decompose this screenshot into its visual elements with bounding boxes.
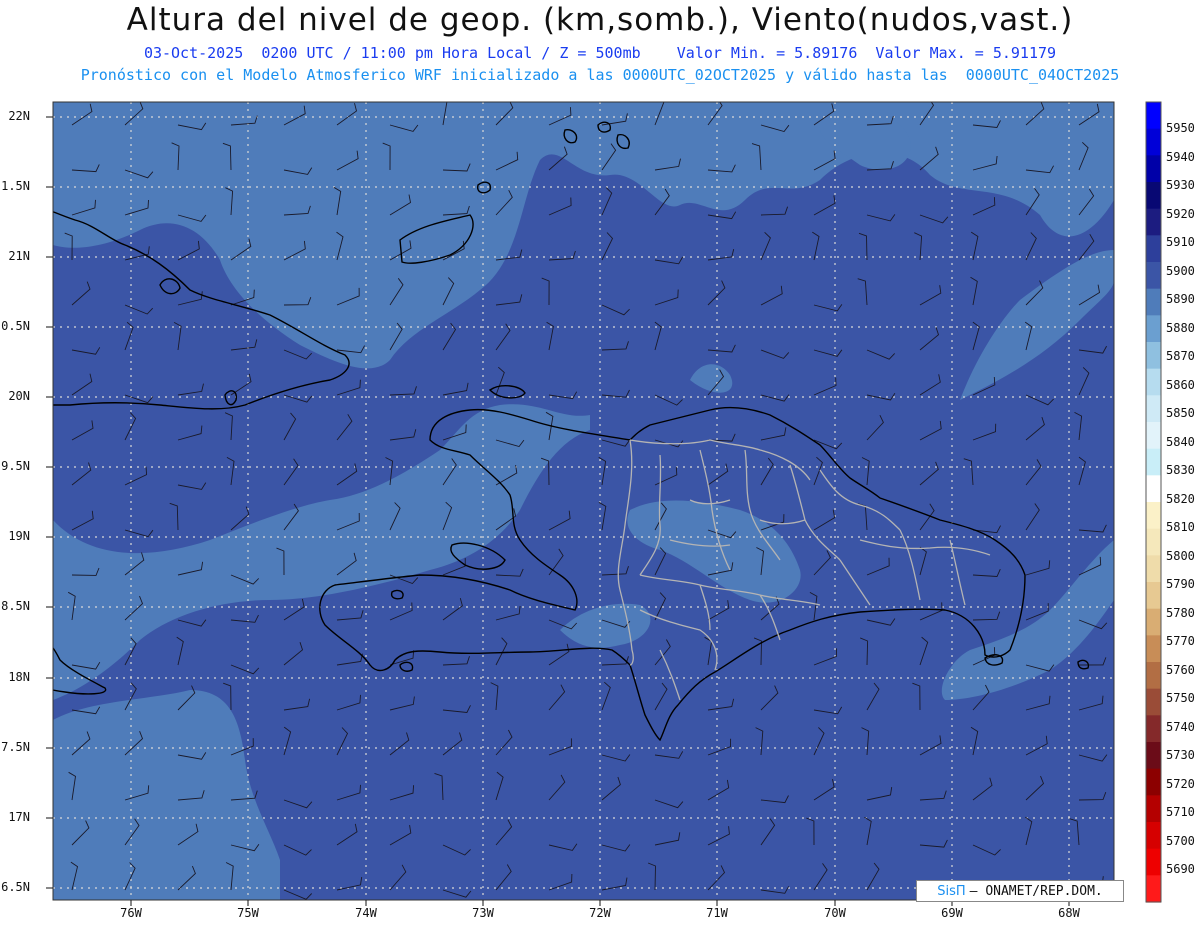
lon-label-76w: 76W xyxy=(120,906,142,920)
lat-label-16-5n: 6.5N xyxy=(1,880,30,894)
credit-brand: SisΠ xyxy=(937,883,966,899)
lat-label-22n: 22N xyxy=(8,109,30,123)
colorbar-swatch xyxy=(1146,235,1161,263)
lon-label-68w: 68W xyxy=(1058,906,1080,920)
colorbar-label-5860: 5860 xyxy=(1166,378,1195,392)
colorbar-label-5820: 5820 xyxy=(1166,492,1195,506)
colorbar-label-5910: 5910 xyxy=(1166,235,1195,249)
lat-label-17n: 17N xyxy=(8,810,30,824)
colorbar-swatch xyxy=(1146,448,1161,476)
colorbar-swatch xyxy=(1146,315,1161,343)
colorbar-swatch xyxy=(1146,848,1161,876)
colorbar-label-5850: 5850 xyxy=(1166,406,1195,420)
lat-label-19n: 19N xyxy=(8,529,30,543)
colorbar-swatch xyxy=(1146,528,1161,556)
colorbar-swatch xyxy=(1146,715,1161,743)
colorbar-swatch xyxy=(1146,662,1161,690)
colorbar-swatch xyxy=(1146,395,1161,423)
lat-label-20-5n: 0.5N xyxy=(1,319,30,333)
colorbar-label-5790: 5790 xyxy=(1166,577,1195,591)
lon-label-75w: 75W xyxy=(237,906,259,920)
colorbar-swatch xyxy=(1146,608,1161,636)
lon-label-70w: 70W xyxy=(824,906,846,920)
colorbar-label-5810: 5810 xyxy=(1166,520,1195,534)
lon-label-74w: 74W xyxy=(355,906,377,920)
colorbar-swatch xyxy=(1146,795,1161,823)
colorbar-swatch xyxy=(1146,742,1161,770)
credit-text: – ONAMET/REP.DOM. xyxy=(969,883,1103,899)
colorbar-swatch xyxy=(1146,475,1161,503)
colorbar-label-5730: 5730 xyxy=(1166,748,1195,762)
lat-label-17-5n: 7.5N xyxy=(1,740,30,754)
colorbar-label-5720: 5720 xyxy=(1166,777,1195,791)
colorbar-swatch xyxy=(1146,262,1161,290)
colorbar-swatch xyxy=(1146,768,1161,796)
colorbar-swatch xyxy=(1146,875,1161,903)
colorbar-label-5880: 5880 xyxy=(1166,321,1195,335)
colorbar-swatch xyxy=(1146,582,1161,610)
colorbar-swatch xyxy=(1146,422,1161,450)
colorbar-swatch xyxy=(1146,208,1161,236)
colorbar-label-5700: 5700 xyxy=(1166,834,1195,848)
colorbar-label-5950: 5950 xyxy=(1166,121,1195,135)
colorbar-label-5770: 5770 xyxy=(1166,634,1195,648)
lat-label-18n: 18N xyxy=(8,670,30,684)
lat-label-19-5n: 9.5N xyxy=(1,459,30,473)
colorbar-swatch xyxy=(1146,288,1161,316)
colorbar-label-5940: 5940 xyxy=(1166,150,1195,164)
map-svg xyxy=(46,101,1162,906)
lon-label-72w: 72W xyxy=(589,906,611,920)
colorbar-label-5830: 5830 xyxy=(1166,463,1195,477)
colorbar-swatch xyxy=(1146,102,1161,130)
colorbar-label-5710: 5710 xyxy=(1166,805,1195,819)
colorbar-label-5840: 5840 xyxy=(1166,435,1195,449)
lat-label-20n: 20N xyxy=(8,389,30,403)
colorbar-label-5900: 5900 xyxy=(1166,264,1195,278)
colorbar-label-5870: 5870 xyxy=(1166,349,1195,363)
colorbar-swatch xyxy=(1146,182,1161,210)
colorbar-label-5890: 5890 xyxy=(1166,292,1195,306)
colorbar-swatch xyxy=(1146,502,1161,530)
lat-label-18-5n: 8.5N xyxy=(1,599,30,613)
colorbar-swatch xyxy=(1146,128,1161,156)
colorbar-swatch xyxy=(1146,342,1161,370)
lon-label-71w: 71W xyxy=(706,906,728,920)
lat-label-21n: 21N xyxy=(8,249,30,263)
colorbar-swatch xyxy=(1146,155,1161,183)
colorbar-label-5800: 5800 xyxy=(1166,549,1195,563)
colorbar xyxy=(1146,102,1161,903)
colorbar-swatch xyxy=(1146,555,1161,583)
lat-label-21-5n: 1.5N xyxy=(1,179,30,193)
credit-box: SisΠ – ONAMET/REP.DOM. xyxy=(916,880,1124,902)
lon-label-73w: 73W xyxy=(472,906,494,920)
colorbar-label-5780: 5780 xyxy=(1166,606,1195,620)
colorbar-swatch xyxy=(1146,688,1161,716)
colorbar-swatch xyxy=(1146,822,1161,850)
colorbar-swatch xyxy=(1146,368,1161,396)
colorbar-label-5750: 5750 xyxy=(1166,691,1195,705)
lon-label-69w: 69W xyxy=(941,906,963,920)
colorbar-label-5930: 5930 xyxy=(1166,178,1195,192)
colorbar-label-5920: 5920 xyxy=(1166,207,1195,221)
colorbar-swatch xyxy=(1146,635,1161,663)
colorbar-label-5740: 5740 xyxy=(1166,720,1195,734)
colorbar-label-5690: 5690 xyxy=(1166,862,1195,876)
colorbar-label-5760: 5760 xyxy=(1166,663,1195,677)
